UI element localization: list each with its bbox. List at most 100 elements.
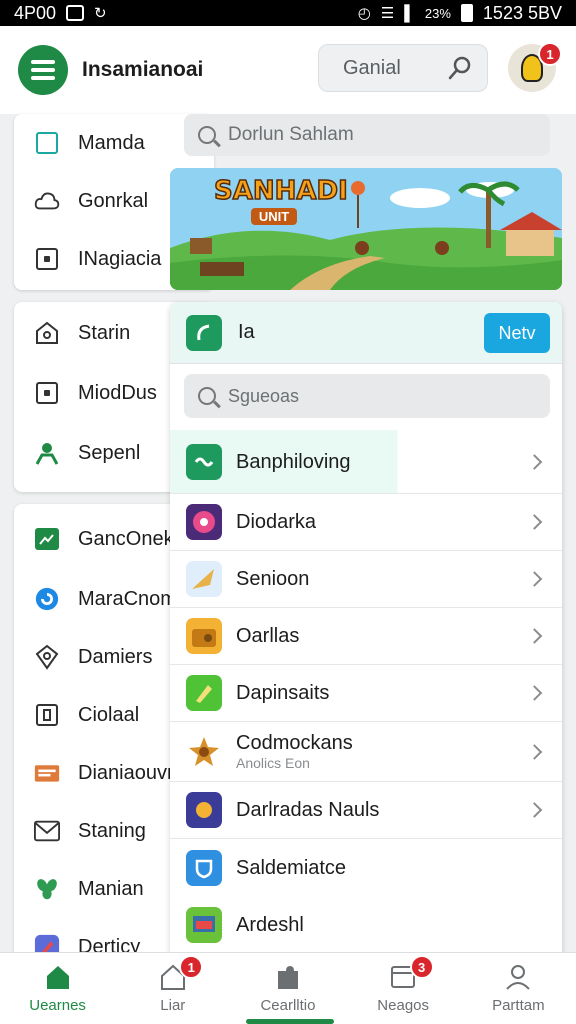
side-item-label: MiodDus [78, 381, 157, 404]
folder-icon [34, 760, 60, 786]
chest-icon [186, 618, 222, 654]
side-item-label: Sepenl [78, 441, 141, 464]
bottom-nav: Uearnes Liar 1 Cearlltio Neagos 3 Partta… [0, 952, 576, 1024]
search-icon [198, 387, 216, 405]
side-item-label: Staning [78, 819, 146, 842]
app-list: Banphiloving Diodarka Senioon Oarllas Da… [170, 430, 562, 953]
list-item-label: Senioon [236, 568, 310, 590]
banner-subtitle: UNIT [250, 208, 298, 225]
new-button[interactable]: Netv [484, 313, 550, 353]
battery-text: 23% [424, 5, 451, 21]
chevron-right-icon [526, 453, 543, 470]
profile-icon [506, 965, 531, 990]
shield-icon [34, 644, 60, 670]
home-icon [46, 966, 69, 989]
status-right-text: 1523 5BV [482, 2, 562, 23]
nav-label: Liar [160, 997, 186, 1014]
side-item-label: Dianiaouvn [78, 761, 179, 784]
search-icon [198, 126, 216, 144]
header-search-label: Ganial [343, 56, 401, 79]
list-item[interactable]: Codmockans Anolics Eon [170, 722, 562, 782]
link-icon [186, 443, 222, 480]
shield-tile-icon [186, 849, 222, 886]
document-icon [34, 702, 60, 728]
nav-badge: 1 [179, 955, 204, 979]
person-icon [34, 440, 60, 466]
signal-icon: ▌ [404, 4, 415, 22]
sync-icon: ↻ [94, 5, 107, 22]
side-item-label: Ciolaal [78, 703, 140, 726]
list-item-label-group: Codmockans Anolics Eon [236, 732, 353, 771]
search-icon [448, 56, 471, 80]
nav-label: Parttam [492, 997, 545, 1014]
nav-neagos[interactable]: Neagos 3 [346, 953, 461, 1024]
square-dot-icon [34, 246, 60, 272]
side-item-label: Gonrkal [78, 189, 149, 212]
chevron-right-icon [526, 685, 543, 701]
checkbox-icon [34, 130, 60, 156]
cloud-icon [34, 188, 60, 214]
banner-title: SANHADI [213, 175, 348, 207]
top-search-placeholder: Dorlun Sahlam [228, 124, 354, 145]
list-item-label: Ardeshl [236, 913, 304, 936]
side-item-label: GancOnek [78, 527, 174, 550]
wifi-icon: ☰ [380, 5, 395, 22]
side-item-label: Starin [78, 321, 131, 344]
nav-cearlltio[interactable]: Cearlltio [230, 953, 345, 1024]
chevron-right-icon [526, 743, 543, 760]
menu-icon [31, 60, 55, 80]
side-item-label: Manian [78, 877, 144, 900]
nav-label: Uearnes [29, 997, 86, 1014]
nav-parttam[interactable]: Parttam [461, 953, 576, 1024]
chevron-right-icon [526, 802, 543, 818]
side-item-label: INagiacia [78, 247, 162, 270]
nav-home[interactable]: Uearnes [0, 953, 115, 1024]
side-item-label: MaraCnom [78, 587, 177, 610]
home-icon [34, 320, 60, 346]
paper-plane-icon [186, 561, 222, 597]
puzzle-icon [277, 966, 298, 989]
nav-liar[interactable]: Liar 1 [115, 953, 230, 1024]
photos-icon [186, 906, 222, 943]
app-header: Insamianoai Ganial 1 [0, 26, 576, 114]
disc-icon [186, 504, 222, 540]
list-item-label: Codmockans [236, 731, 353, 754]
notification-icon [66, 5, 85, 21]
top-search-input[interactable]: Dorlun Sahlam [184, 114, 550, 156]
nav-badge: 3 [409, 955, 434, 979]
list-item[interactable]: Banphiloving [170, 430, 562, 494]
list-item[interactable]: Ardeshl [170, 896, 562, 953]
list-item[interactable]: Oarllas [170, 608, 562, 665]
photo-icon [34, 526, 60, 552]
leaf-icon [34, 876, 60, 902]
mail-icon [34, 818, 60, 844]
list-item[interactable]: Dapinsaits [170, 665, 562, 722]
app-list-panel: Ia Netv Sgueoas Banphiloving Diodarka Se… [170, 302, 562, 962]
list-item-label: Diodarka [236, 511, 317, 533]
promo-banner[interactable]: SANHADI UNIT [170, 168, 562, 290]
sun-icon [186, 792, 222, 828]
list-item-label: Banphiloving [236, 450, 351, 473]
chevron-right-icon [526, 514, 543, 530]
list-item[interactable]: Senioon [170, 551, 562, 608]
list-item[interactable]: Diodarka [170, 494, 562, 551]
app-logo[interactable] [18, 45, 68, 95]
nav-label: Cearlltio [260, 997, 316, 1014]
header-search-button[interactable]: Ganial [318, 44, 488, 92]
avatar[interactable]: 1 [508, 42, 562, 92]
active-tab-indicator [246, 1019, 334, 1024]
list-item[interactable]: Darlradas Nauls [170, 782, 562, 839]
leaf-tile-icon [186, 314, 222, 351]
nav-label: Neagos [377, 997, 429, 1014]
battery-icon [460, 4, 473, 22]
badge-star-icon [186, 733, 222, 770]
list-item[interactable]: Saldemiatce [170, 839, 562, 896]
avatar-badge: 1 [538, 42, 562, 66]
list-item-sublabel: Anolics Eon [236, 754, 310, 771]
panel-search-placeholder: Sgueoas [228, 385, 300, 406]
panel-search-input[interactable]: Sgueoas [184, 374, 550, 418]
list-item-label: Oarllas [236, 625, 300, 647]
list-item-label: Darlradas Nauls [236, 799, 380, 821]
banner-title-group: SANHADI UNIT [213, 175, 349, 226]
list-item-label: Dapinsaits [236, 682, 330, 704]
